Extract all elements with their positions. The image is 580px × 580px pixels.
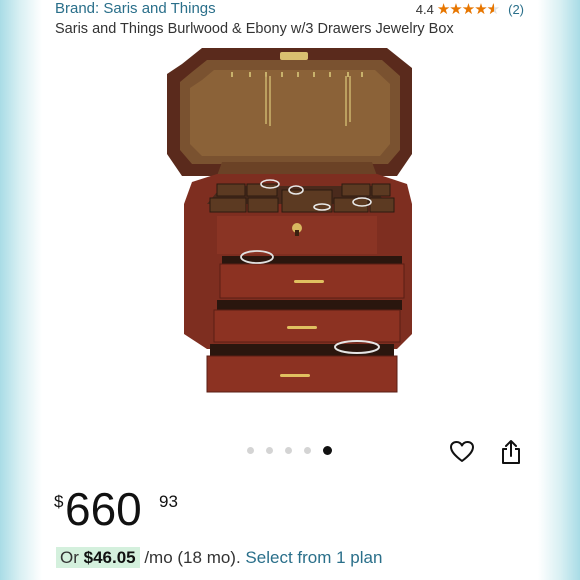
- installment-term: /mo (18 mo).: [139, 548, 246, 567]
- brand-link[interactable]: Brand: Saris and Things: [55, 0, 216, 17]
- currency-symbol: $: [54, 492, 64, 511]
- heart-icon[interactable]: [449, 440, 475, 464]
- image-carousel-indicator[interactable]: [247, 446, 332, 455]
- price-whole: 660: [65, 483, 142, 535]
- rating-count-link[interactable]: (2): [508, 2, 524, 17]
- carousel-dot[interactable]: [266, 447, 273, 454]
- installment-amount: $46.05: [83, 548, 136, 567]
- rating-summary[interactable]: 4.4 ★★★★★ (2): [416, 0, 524, 18]
- product-title: Saris and Things Burlwood & Ebony w/3 Dr…: [55, 21, 454, 37]
- carousel-dot[interactable]: [247, 447, 254, 454]
- jewelry-box-image[interactable]: [162, 44, 432, 394]
- product-card: Brand: Saris and Things 4.4 ★★★★★ (2) Sa…: [42, 0, 538, 580]
- select-plan-link[interactable]: Select from 1 plan: [245, 548, 382, 567]
- carousel-dot-active[interactable]: [323, 446, 332, 455]
- installment-offer: Or $46.05 /mo (18 mo). Select from 1 pla…: [56, 547, 382, 568]
- half-star-icon: ★: [487, 0, 500, 18]
- carousel-dot[interactable]: [304, 447, 311, 454]
- share-icon[interactable]: [499, 439, 523, 465]
- carousel-dot[interactable]: [285, 447, 292, 454]
- full-stars: ★★★★: [436, 1, 488, 18]
- price-fraction: 93: [159, 492, 178, 511]
- rating-value: 4.4: [415, 1, 434, 17]
- installment-prefix: Or: [60, 548, 84, 567]
- star-rating-icons: ★★★★★: [436, 0, 500, 18]
- installment-highlight: Or $46.05: [56, 547, 140, 568]
